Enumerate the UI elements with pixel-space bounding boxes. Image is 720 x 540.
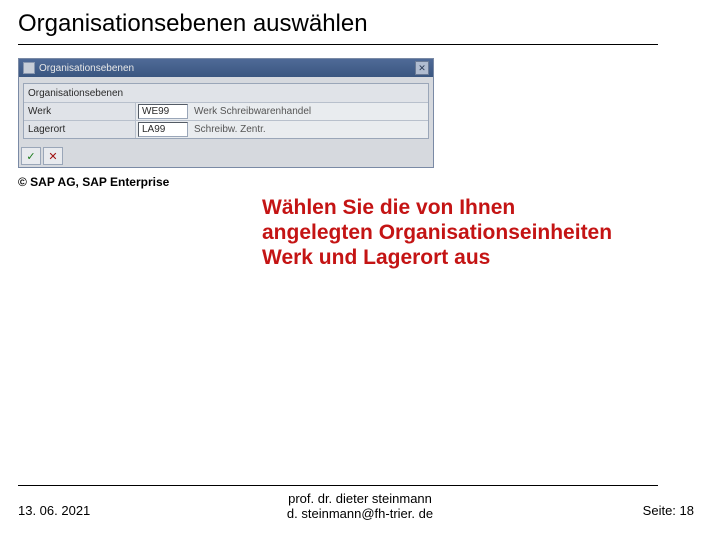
window-icon <box>23 62 35 74</box>
titlebar-left: Organisationsebenen <box>23 62 134 74</box>
grid-header-row: Organisationsebenen <box>24 84 428 102</box>
footer-page: Seite: 18 <box>643 503 694 518</box>
cancel-button[interactable]: ✕ <box>43 147 63 165</box>
grid-header-label: Organisationsebenen <box>24 84 428 102</box>
confirm-button[interactable]: ✓ <box>21 147 41 165</box>
row-label-lagerort: Lagerort <box>24 121 136 138</box>
footer-center: prof. dr. dieter steinmann d. steinmann@… <box>0 491 720 522</box>
werk-code-input[interactable]: WE99 <box>138 104 188 119</box>
werk-desc: Werk Schreibwarenhandel <box>190 103 428 120</box>
check-icon: ✓ <box>26 150 35 163</box>
footer-author-name: prof. dr. dieter steinmann <box>0 491 720 507</box>
instruction-text: Wählen Sie die von Ihnen angelegten Orga… <box>262 195 622 271</box>
close-button[interactable]: ✕ <box>415 61 429 75</box>
table-row: Lagerort LA99 Schreibw. Zentr. <box>24 120 428 138</box>
dialog-title: Organisationsebenen <box>39 63 134 74</box>
dialog-buttonbar: ✓ ✕ <box>19 145 433 167</box>
slide-title: Organisationsebenen auswählen <box>18 10 368 38</box>
lagerort-code-input[interactable]: LA99 <box>138 122 188 137</box>
lagerort-desc: Schreibw. Zentr. <box>190 121 428 138</box>
image-caption: © SAP AG, SAP Enterprise <box>18 175 169 189</box>
dialog-titlebar: Organisationsebenen ✕ <box>19 59 433 77</box>
org-grid: Organisationsebenen Werk WE99 Werk Schre… <box>23 83 429 139</box>
title-underline <box>18 44 658 45</box>
table-row: Werk WE99 Werk Schreibwarenhandel <box>24 102 428 120</box>
sap-dialog: Organisationsebenen ✕ Organisationsebene… <box>18 58 434 168</box>
cross-icon: ✕ <box>48 150 57 163</box>
footer-rule <box>18 485 658 486</box>
dialog-body: Organisationsebenen Werk WE99 Werk Schre… <box>19 77 433 143</box>
footer-author-email: d. steinmann@fh-trier. de <box>0 506 720 522</box>
row-label-werk: Werk <box>24 103 136 120</box>
